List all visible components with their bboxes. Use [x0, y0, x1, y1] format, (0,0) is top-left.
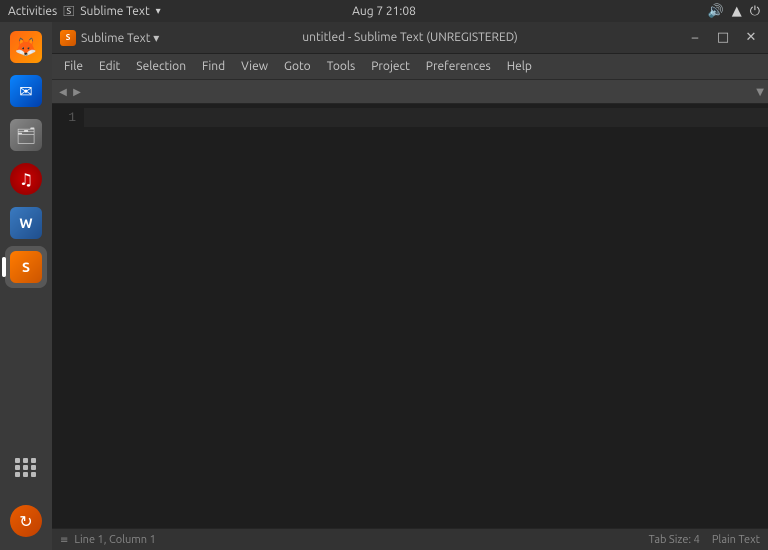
updates-icon: ↻ — [10, 505, 42, 537]
menu-edit[interactable]: Edit — [91, 58, 128, 75]
minimize-button[interactable]: – — [682, 27, 708, 49]
system-bar-right: 🔊 ▲ ⏻ — [708, 4, 760, 19]
title-bar: S Sublime Text ▾ untitled - Sublime Text… — [52, 22, 768, 54]
status-bar: ≡ Line 1, Column 1 Tab Size: 4 Plain Tex… — [52, 528, 768, 550]
activities-button[interactable]: Activities — [8, 5, 57, 18]
menu-find[interactable]: Find — [194, 58, 233, 75]
active-indicator — [2, 257, 6, 277]
dock-item-updater[interactable]: ↻ — [5, 500, 47, 542]
sublime-window: S Sublime Text ▾ untitled - Sublime Text… — [52, 22, 768, 550]
cursor-position: Line 1, Column 1 — [74, 534, 155, 546]
menu-help[interactable]: Help — [499, 58, 540, 75]
tab-nav-right[interactable]: ▶ — [70, 84, 84, 100]
system-bar-left: Activities 🅂 Sublime Text ▾ — [8, 3, 161, 19]
writer-icon: W — [10, 207, 42, 239]
files-icon: 🗂 — [10, 119, 42, 151]
dock-item-rhythmbox[interactable]: ♫ — [5, 158, 47, 200]
menu-preferences[interactable]: Preferences — [418, 58, 499, 75]
system-bar: Activities 🅂 Sublime Text ▾ Aug 7 21:08 … — [0, 0, 768, 22]
app-name-label[interactable]: Sublime Text — [80, 5, 149, 18]
sublime-icon: S — [10, 251, 42, 283]
dock-item-writer[interactable]: W — [5, 202, 47, 244]
menu-project[interactable]: Project — [363, 58, 418, 75]
volume-icon[interactable]: 🔊 — [708, 4, 724, 19]
syntax-label[interactable]: Plain Text — [712, 534, 760, 546]
line-number-1: 1 — [52, 108, 76, 128]
app-window-icon: S — [60, 30, 76, 46]
app-icon: 🅂 — [63, 3, 74, 19]
app-window-label[interactable]: Sublime Text ▾ — [81, 31, 159, 45]
window-title: untitled - Sublime Text (UNREGISTERED) — [302, 31, 518, 44]
network-icon[interactable]: ▲ — [732, 4, 742, 19]
menu-tools[interactable]: Tools — [319, 58, 364, 75]
status-right: Tab Size: 4 Plain Text — [649, 534, 760, 546]
status-left: ≡ Line 1, Column 1 — [60, 534, 156, 546]
dock-item-apps-grid[interactable] — [5, 446, 47, 488]
menu-selection[interactable]: Selection — [128, 58, 194, 75]
editor-content[interactable] — [84, 104, 768, 528]
maximize-button[interactable]: □ — [710, 27, 736, 49]
line-numbers: 1 — [52, 104, 84, 528]
dock-item-files[interactable]: 🗂 — [5, 114, 47, 156]
menu-bar: File Edit Selection Find View Goto Tools… — [52, 54, 768, 80]
menu-goto[interactable]: Goto — [276, 58, 319, 75]
status-menu-icon[interactable]: ≡ — [60, 534, 68, 546]
tab-dropdown-btn[interactable]: ▼ — [756, 86, 764, 98]
cursor-line — [84, 108, 768, 127]
app-menu-arrow[interactable]: ▾ — [156, 5, 161, 17]
power-icon[interactable]: ⏻ — [750, 4, 760, 19]
menu-view[interactable]: View — [233, 58, 276, 75]
title-bar-app: S Sublime Text ▾ — [60, 30, 159, 46]
editor-area[interactable]: 1 — [52, 104, 768, 528]
main-layout: 🦊 ✉ 🗂 ♫ W S — [0, 22, 768, 550]
apps-grid-icon — [15, 458, 37, 477]
firefox-icon: 🦊 — [10, 31, 42, 63]
rhythmbox-icon: ♫ — [10, 163, 42, 195]
window-controls: – □ ✕ — [682, 27, 764, 49]
tab-bar: ◀ ▶ ▼ — [52, 80, 768, 104]
dock-item-firefox[interactable]: 🦊 — [5, 26, 47, 68]
close-button[interactable]: ✕ — [738, 27, 764, 49]
dock: 🦊 ✉ 🗂 ♫ W S — [0, 22, 52, 550]
dock-item-thunderbird[interactable]: ✉ — [5, 70, 47, 112]
thunderbird-icon: ✉ — [10, 75, 42, 107]
tab-size[interactable]: Tab Size: 4 — [649, 534, 700, 546]
dock-item-sublime[interactable]: S — [5, 246, 47, 288]
system-datetime: Aug 7 21:08 — [352, 5, 416, 18]
tab-nav-left[interactable]: ◀ — [56, 84, 70, 100]
menu-file[interactable]: File — [56, 58, 91, 75]
